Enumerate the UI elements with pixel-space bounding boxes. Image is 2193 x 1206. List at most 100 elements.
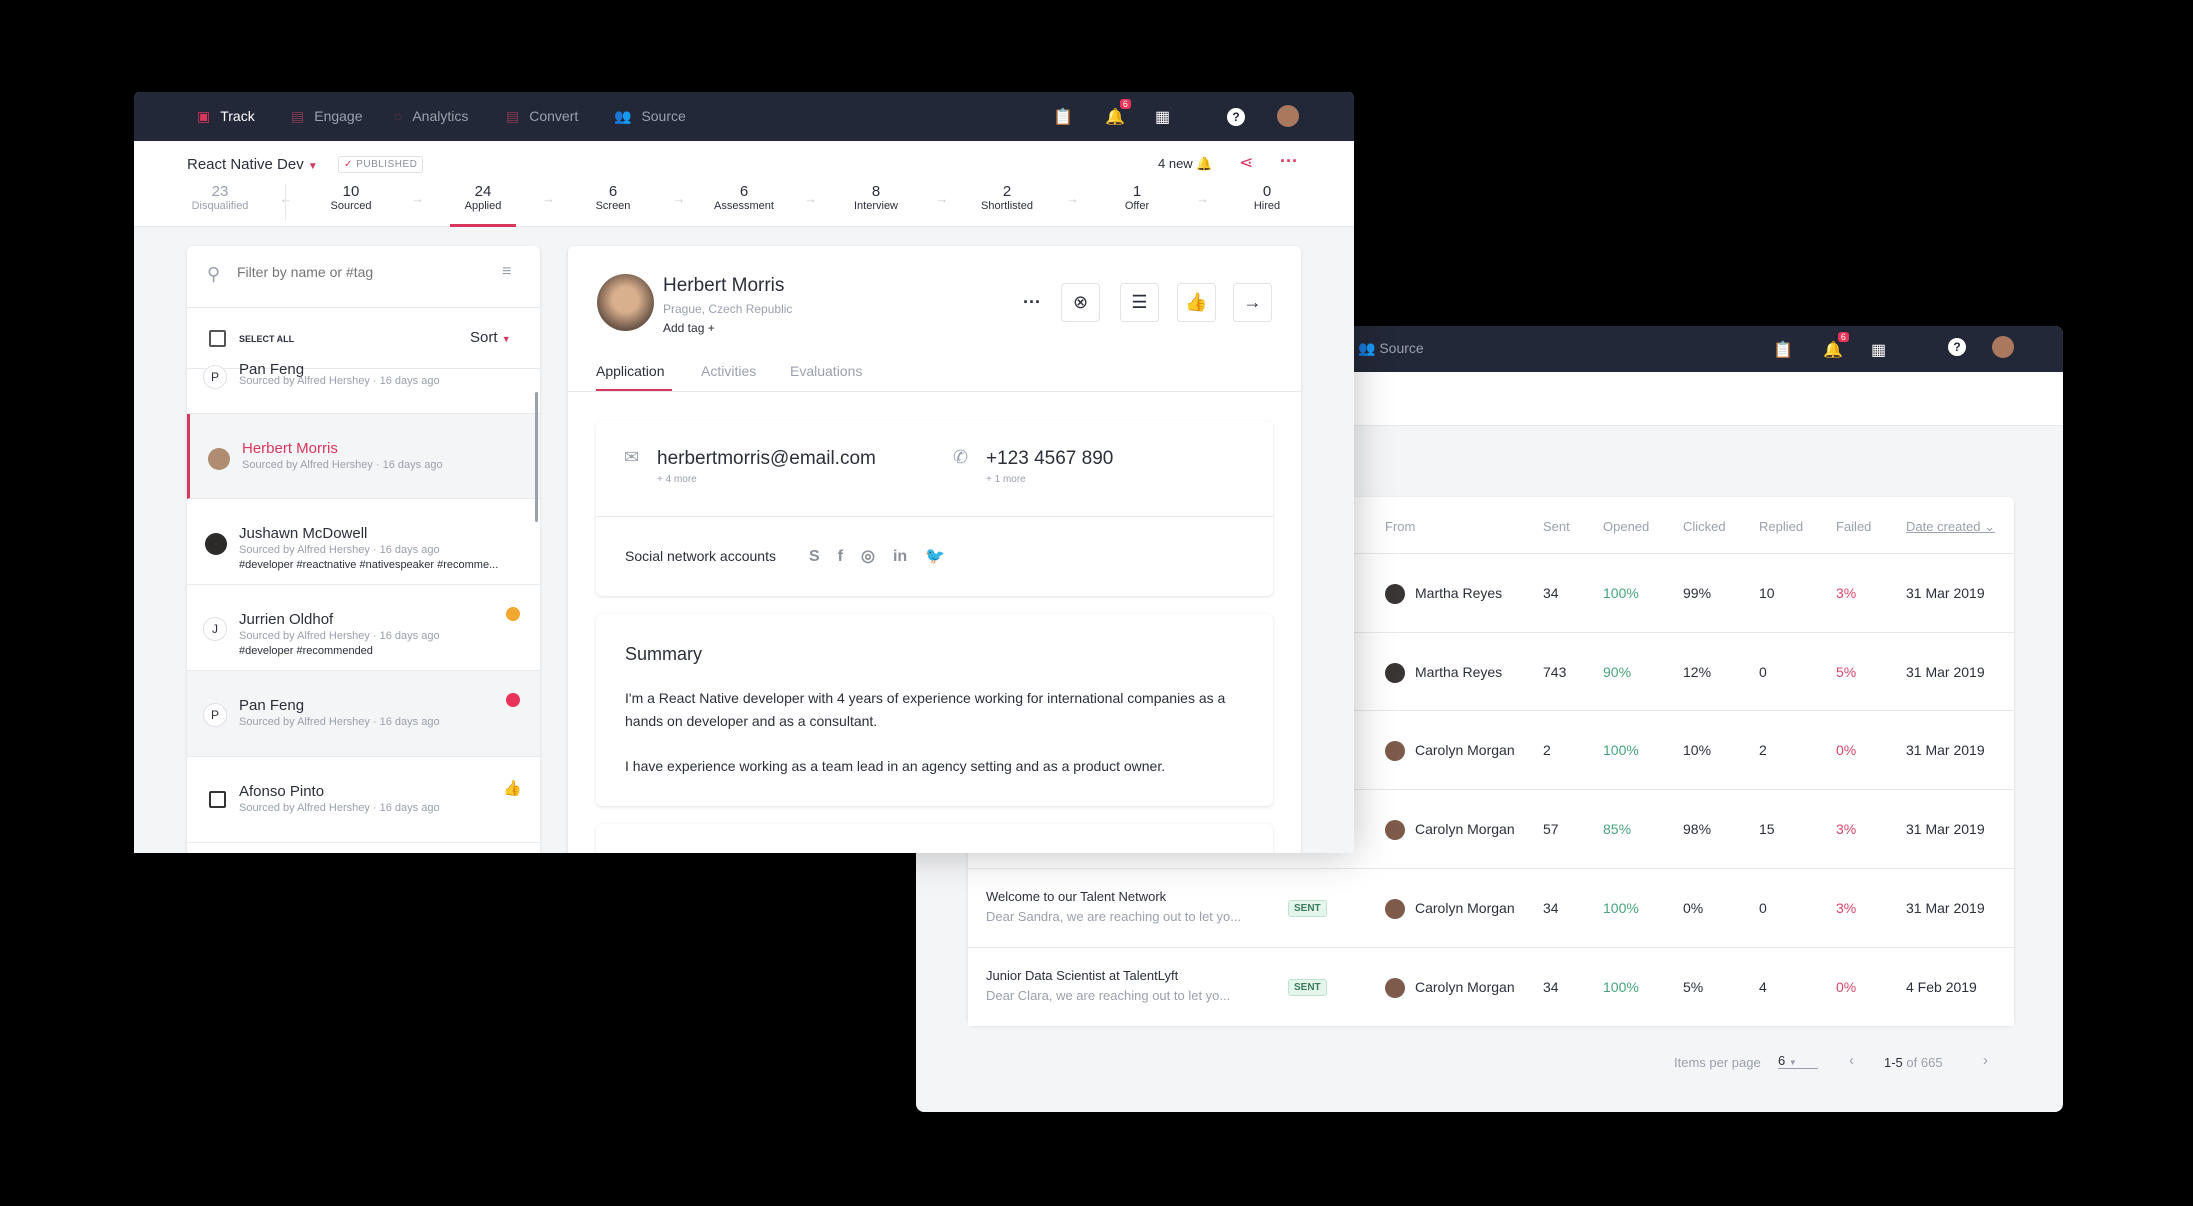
bell-icon[interactable]: 🔔 6 bbox=[1105, 99, 1131, 127]
col-sent: Sent bbox=[1543, 519, 1570, 534]
arrow-right-icon: → bbox=[804, 191, 817, 206]
cell-replied: 10 bbox=[1759, 585, 1775, 601]
arrow-right-icon: → bbox=[935, 191, 949, 206]
stage-disqualified[interactable]: 23 Disqualified bbox=[165, 183, 275, 212]
stage-offer[interactable]: 1 Offer bbox=[1082, 183, 1192, 212]
cell-sent: 2 bbox=[1543, 742, 1551, 759]
arrow-right-icon: → bbox=[542, 191, 555, 206]
candidate-item[interactable]: Afonso Pinto Sourced by Alfred Hershey · … bbox=[187, 757, 540, 843]
evaluate-button[interactable]: 👍 bbox=[1177, 283, 1216, 322]
campaign-title: Welcome to our Talent Network bbox=[986, 888, 1167, 904]
share-icon[interactable]: ⋖ bbox=[1239, 153, 1253, 173]
clipboard-icon[interactable]: 📋 bbox=[1773, 340, 1793, 360]
next-page-button[interactable]: › bbox=[1983, 1052, 1988, 1069]
new-notifications[interactable]: 4 new 🔔 bbox=[1158, 156, 1213, 172]
caret-down-icon: ▼ bbox=[501, 334, 511, 344]
col-from: From bbox=[1385, 519, 1416, 534]
candidate-item[interactable]: P Pan Feng Sourced by Alfred Hershey · 16 … bbox=[187, 671, 540, 757]
user-avatar[interactable] bbox=[1277, 105, 1299, 127]
nav-engage[interactable]: ▤ Engage bbox=[291, 108, 363, 125]
from-name: Martha Reyes bbox=[1415, 663, 1503, 680]
cell-replied: 4 bbox=[1759, 978, 1767, 995]
avatar: P bbox=[203, 703, 227, 727]
items-per-page-select[interactable]: 6 ▼ bbox=[1778, 1053, 1818, 1069]
avatar bbox=[208, 448, 230, 470]
disqualify-button[interactable]: ⊗ bbox=[1061, 283, 1100, 322]
cell-opened: 100% bbox=[1603, 585, 1639, 601]
skype-icon[interactable]: S bbox=[809, 548, 820, 566]
tab-evaluations[interactable]: Evaluations bbox=[790, 363, 862, 379]
table-row[interactable]: Welcome to our Talent Network Dear Sandra… bbox=[968, 867, 2014, 947]
arrow-left-icon: ← bbox=[279, 191, 293, 206]
candidate-checkbox[interactable] bbox=[209, 791, 226, 808]
campaign-preview: Dear Sandra, we are reaching out to let … bbox=[986, 908, 1242, 924]
col-opened: Opened bbox=[1603, 519, 1650, 534]
candidate-item[interactable]: Herbert Morris Sourced by Alfred Hershey … bbox=[187, 414, 540, 499]
prev-page-button[interactable]: ‹ bbox=[1849, 1052, 1854, 1069]
stage-shortlisted[interactable]: 2 Shortlisted bbox=[952, 183, 1062, 212]
sender-avatar bbox=[1385, 820, 1405, 841]
cell-date: 4 Feb 2019 bbox=[1906, 978, 1977, 995]
status-badge: SENT bbox=[1288, 899, 1327, 917]
select-all-checkbox[interactable] bbox=[209, 330, 226, 347]
nav-analytics[interactable]: ◌ Analytics bbox=[394, 108, 468, 124]
candidate-item[interactable]: J Jurrien Oldhof Sourced by Alfred Hershey… bbox=[187, 585, 540, 671]
more-actions-icon[interactable]: ··· bbox=[1023, 292, 1041, 313]
calendar-icon[interactable]: ▦ bbox=[1155, 107, 1170, 127]
linkedin-icon[interactable]: in bbox=[893, 548, 907, 566]
stage-screen[interactable]: 6 Screen bbox=[558, 183, 668, 212]
tab-application[interactable]: Application bbox=[596, 363, 665, 379]
calendar-icon[interactable]: ▦ bbox=[1871, 340, 1886, 360]
table-row[interactable]: Junior Data Scientist at TalentLyft Dear … bbox=[968, 946, 2014, 1026]
job-selector[interactable]: React Native Dev ▼ bbox=[187, 156, 318, 173]
tab-activities[interactable]: Activities bbox=[701, 363, 756, 379]
notification-badge: 6 bbox=[1119, 99, 1131, 109]
sender-avatar bbox=[1385, 977, 1405, 998]
nav-source[interactable]: 👥 Source bbox=[1358, 340, 1424, 357]
stage-applied[interactable]: 24 Applied bbox=[428, 183, 538, 212]
clipboard-icon[interactable]: 📋 bbox=[1053, 107, 1073, 127]
candidate-item[interactable]: Jushawn McDowell Sourced by Alfred Hershe… bbox=[187, 499, 540, 585]
list-scrollbar[interactable] bbox=[535, 392, 538, 522]
stage-hired[interactable]: 0 Hired bbox=[1212, 183, 1322, 212]
avatar bbox=[205, 533, 227, 555]
sort-dropdown[interactable]: Sort ▼ bbox=[470, 329, 511, 346]
user-avatar[interactable] bbox=[1992, 336, 2014, 358]
nav-convert[interactable]: ▤ Convert bbox=[506, 108, 578, 125]
nav-track[interactable]: ▣ Track bbox=[197, 108, 255, 125]
phone-value[interactable]: +123 4567 890 bbox=[986, 448, 1113, 470]
bell-icon[interactable]: 🔔 6 bbox=[1823, 332, 1849, 360]
summary-paragraph-1: I'm a React Native developer with 4 year… bbox=[625, 690, 1226, 729]
stage-assessment[interactable]: 6 Assessment bbox=[689, 183, 799, 212]
sender-avatar bbox=[1385, 898, 1405, 919]
move-next-button[interactable]: → bbox=[1233, 283, 1272, 322]
email-value[interactable]: herbertmorris@email.com bbox=[657, 448, 876, 470]
phone-more[interactable]: + 1 more bbox=[986, 474, 1026, 485]
nav-source[interactable]: 👥 Source bbox=[614, 108, 686, 125]
notification-badge: 6 bbox=[1837, 332, 1849, 342]
stage-sourced[interactable]: 10 Sourced bbox=[296, 183, 406, 212]
col-date-created[interactable]: Date created ⌄ bbox=[1906, 519, 1995, 535]
add-tag-button[interactable]: Add tag + bbox=[663, 321, 715, 335]
candidate-item[interactable]: P Pan Feng Sourced by Alfred Hershey · 16 … bbox=[187, 361, 540, 414]
search-input[interactable] bbox=[237, 264, 477, 280]
cell-failed: 3% bbox=[1836, 821, 1857, 838]
cell-replied: 15 bbox=[1759, 821, 1775, 838]
email-more[interactable]: + 4 more bbox=[657, 474, 697, 485]
twitter-icon[interactable]: 🐦 bbox=[925, 546, 945, 566]
instagram-icon[interactable]: ◎ bbox=[861, 546, 875, 566]
cell-opened: 85% bbox=[1603, 821, 1632, 838]
arrow-right-icon: → bbox=[1196, 191, 1209, 206]
help-icon[interactable]: ? bbox=[1948, 338, 1966, 356]
arrow-right-icon: → bbox=[411, 191, 424, 206]
stage-interview[interactable]: 8 Interview bbox=[821, 183, 931, 212]
facebook-icon[interactable]: f bbox=[838, 548, 843, 566]
cell-failed: 0% bbox=[1836, 742, 1857, 759]
summary-paragraph-2: I have experience working as a team lead… bbox=[625, 758, 1166, 774]
filter-icon[interactable]: ≡ bbox=[502, 263, 511, 281]
checklist-button[interactable]: ☰ bbox=[1120, 283, 1159, 322]
avatar: J bbox=[203, 617, 227, 641]
more-icon[interactable]: ··· bbox=[1280, 151, 1298, 172]
help-icon[interactable]: ? bbox=[1227, 108, 1245, 126]
close-circle-icon: ⊗ bbox=[1072, 292, 1089, 312]
